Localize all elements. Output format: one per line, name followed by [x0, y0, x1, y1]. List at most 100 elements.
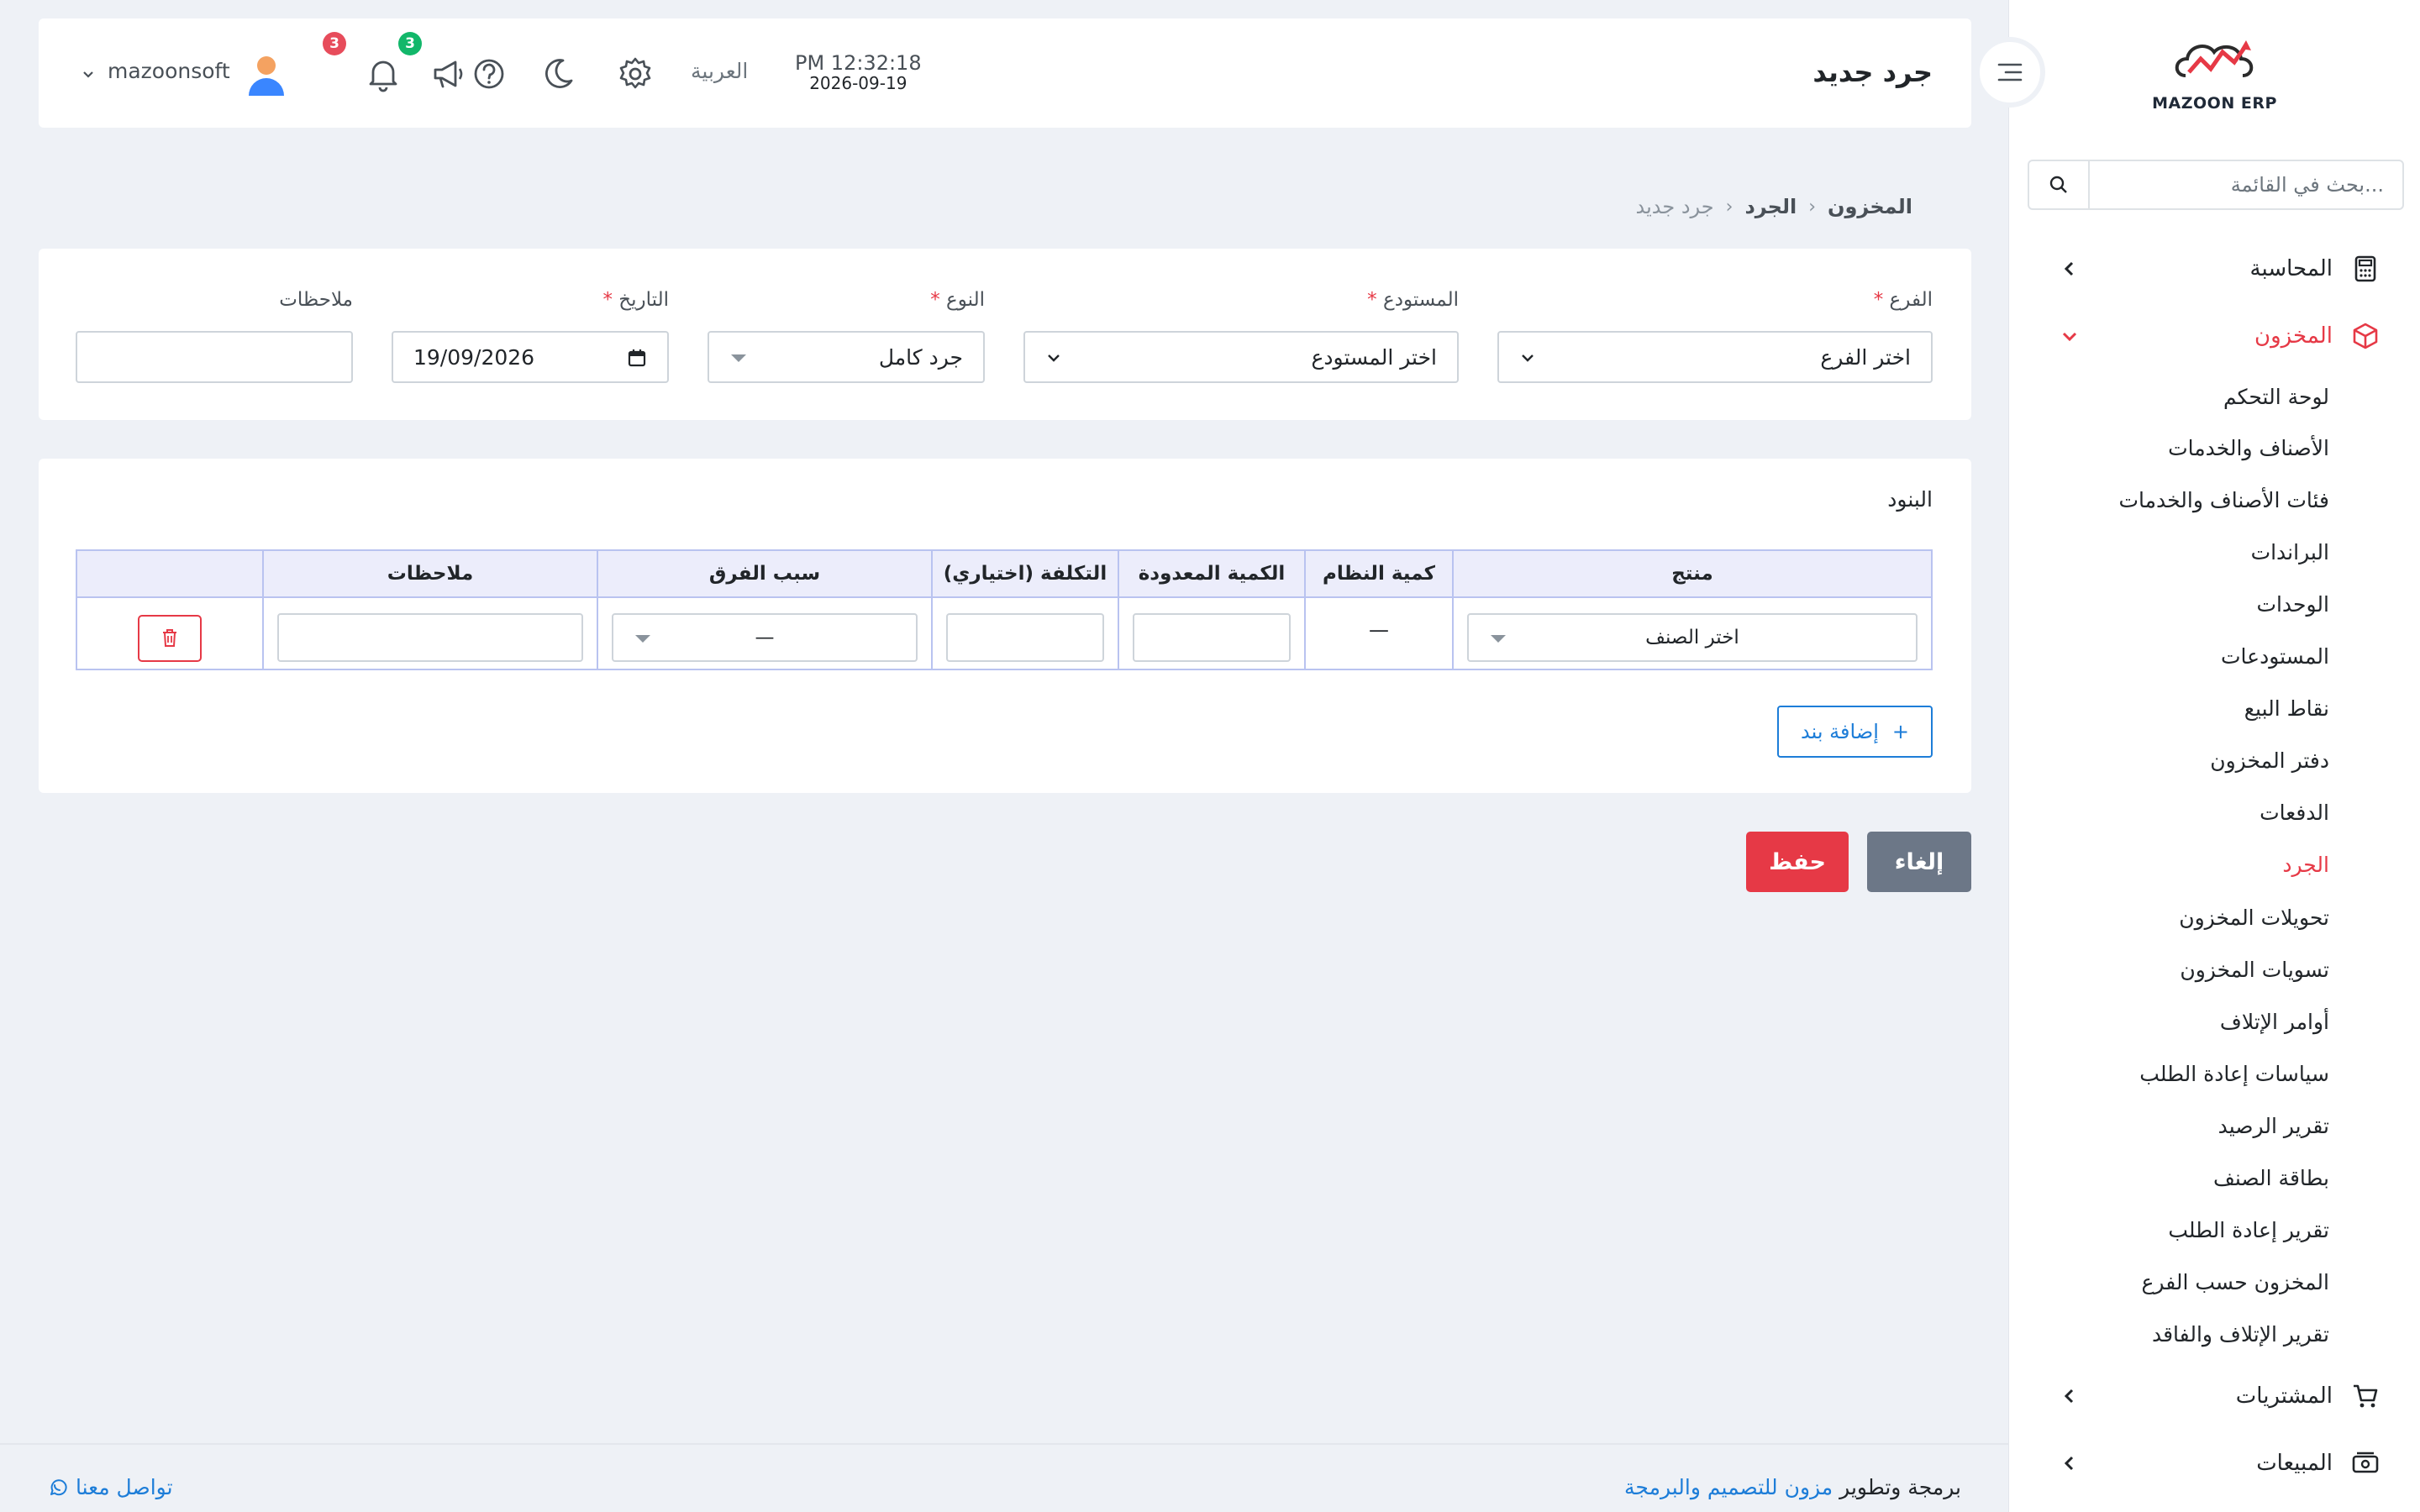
add-item-button[interactable]: إضافة بند +	[1777, 706, 1933, 758]
clock: PM 12:32:18 2026-09-19	[795, 51, 922, 94]
clock-date: 2026-09-19	[809, 73, 908, 94]
whatsapp-icon	[50, 1478, 67, 1495]
chevron-down-icon	[2062, 332, 2077, 342]
caret-down-icon	[731, 354, 746, 362]
row-cost-input[interactable]	[946, 613, 1104, 662]
announcements-badge: 3	[398, 32, 422, 55]
sidebar-subitem-dashboard[interactable]: لوحة التحكم	[2223, 382, 2329, 412]
sidebar-subitem-item-card[interactable]: بطاقة الصنف	[2213, 1163, 2329, 1194]
chevron-left-icon: ‹	[1808, 196, 1817, 218]
sidebar-subitem-brands[interactable]: البراندات	[2251, 538, 2329, 568]
sidebar-subitem-disposal-report[interactable]: تقرير الإتلاف والفاقد	[2152, 1320, 2329, 1350]
moon-icon[interactable]	[539, 55, 576, 92]
sidebar-item-purchases[interactable]: المشتريات	[2009, 1373, 2420, 1420]
calculator-icon	[2354, 255, 2376, 282]
type-select-value: جرد كامل	[878, 344, 963, 370]
branch-select[interactable]: اختر الفرع	[1497, 331, 1933, 383]
menu-icon	[1997, 63, 2023, 81]
app-logo[interactable]: MAZOON ERP	[2009, 34, 2420, 118]
row-cost-cell	[931, 598, 1118, 669]
clock-time: PM 12:32:18	[795, 51, 922, 75]
notes-input[interactable]	[76, 331, 353, 383]
date-input[interactable]: 19/09/2026	[392, 331, 669, 383]
save-button[interactable]: حفظ	[1746, 832, 1849, 892]
chevron-down-icon[interactable]	[81, 67, 96, 82]
mazoon-logo-icon	[2175, 40, 2253, 77]
warehouse-select[interactable]: اختر المستودع	[1023, 331, 1459, 383]
sidebar-subitem-reorder-report[interactable]: تقرير إعادة الطلب	[2168, 1215, 2329, 1246]
row-product-select[interactable]: اختر الصنف	[1467, 613, 1918, 662]
warehouse-label: * المستودع	[1367, 289, 1459, 311]
sidebar-subitem-disposal-orders[interactable]: أوامر الإتلاف	[2220, 1007, 2329, 1037]
contact-link[interactable]: تواصل معنا	[47, 1475, 173, 1499]
avatar[interactable]	[245, 54, 287, 97]
column-header-notes: ملاحظات	[262, 551, 597, 596]
required-mark: *	[930, 289, 940, 311]
gear-icon[interactable]	[617, 55, 654, 92]
search-icon[interactable]	[2029, 161, 2090, 208]
sidebar-subitem-warehouses[interactable]: المستودعات	[2221, 642, 2329, 672]
chevron-left-icon: ‹	[1725, 196, 1733, 218]
required-mark: *	[1873, 289, 1884, 311]
row-counted-qty-input[interactable]	[1133, 613, 1291, 662]
sidebar-subitem-stocktake[interactable]: الجرد	[2282, 850, 2329, 880]
row-reason-select[interactable]: —	[612, 613, 918, 662]
row-notes-cell	[262, 598, 597, 669]
items-section: البنود ملاحظات سبب الفرق التكلفة (اختيار…	[39, 459, 1971, 793]
sidebar: MAZOON ERP بحث في القائمة... المحاسبة ال…	[2008, 0, 2420, 1512]
column-header-counted-qty: الكمية المعدودة	[1118, 551, 1304, 596]
sidebar-subitem-pos[interactable]: نقاط البيع	[2244, 694, 2329, 724]
column-header-reason: سبب الفرق	[597, 551, 931, 596]
language-switch[interactable]: العربية	[691, 59, 748, 83]
sidebar-subitem-balance-report[interactable]: تقرير الرصيد	[2218, 1111, 2329, 1142]
sidebar-item-accounting[interactable]: المحاسبة	[2009, 245, 2420, 292]
top-bar: جرد جديد PM 12:32:18 2026-09-19 العربية …	[39, 18, 1971, 128]
items-table: ملاحظات سبب الفرق التكلفة (اختياري) الكم…	[76, 549, 1933, 670]
sidebar-subitem-items-services[interactable]: الأصناف والخدمات	[2168, 433, 2329, 464]
trash-icon	[163, 629, 176, 647]
sidebar-item-inventory[interactable]: المخزون	[2009, 312, 2420, 360]
sidebar-subitem-adjustments[interactable]: تسويات المخزون	[2180, 955, 2329, 985]
menu-search-input[interactable]: بحث في القائمة...	[2028, 160, 2404, 210]
row-product-value: اختر الصنف	[1645, 627, 1739, 648]
sidebar-subitem-transfers[interactable]: تحويلات المخزون	[2179, 903, 2329, 933]
items-table-header: ملاحظات سبب الفرق التكلفة (اختياري) الكم…	[77, 551, 1931, 598]
row-actions-cell	[77, 598, 262, 669]
help-icon[interactable]	[471, 55, 508, 92]
sidebar-item-label: المبيعات	[2256, 1451, 2333, 1476]
footer-credit-prefix: برمجة وتطوير	[1839, 1475, 1961, 1499]
branch-label-text: الفرع	[1889, 289, 1933, 311]
type-select[interactable]: جرد كامل	[708, 331, 985, 383]
breadcrumb-parent[interactable]: الجرد	[1744, 195, 1797, 218]
sidebar-subitem-units[interactable]: الوحدات	[2256, 590, 2329, 620]
breadcrumb-root[interactable]: المخزون	[1828, 195, 1912, 218]
branch-label: * الفرع	[1874, 289, 1933, 311]
footer-credit-link[interactable]: مزون للتصميم والبرمجة	[1624, 1475, 1833, 1499]
required-mark: *	[602, 289, 613, 311]
calendar-icon[interactable]	[627, 348, 647, 368]
sidebar-toggle-button[interactable]	[1975, 37, 2045, 108]
plus-icon: +	[1891, 720, 1909, 743]
sidebar-item-sales[interactable]: المبيعات	[2009, 1440, 2420, 1487]
row-counted-qty-cell	[1118, 598, 1304, 669]
cancel-button[interactable]: إلغاء	[1867, 832, 1971, 892]
items-section-title: البنود	[1887, 487, 1933, 512]
bell-icon[interactable]	[365, 55, 402, 92]
sidebar-subitem-stock-ledger[interactable]: دفتر المخزون	[2210, 746, 2329, 776]
sidebar-subitem-item-categories[interactable]: فئات الأصناف والخدمات	[2119, 486, 2330, 516]
delete-row-button[interactable]	[138, 615, 202, 662]
column-header-product: منتج	[1452, 551, 1931, 596]
row-notes-input[interactable]	[277, 613, 583, 662]
sidebar-subitem-reorder-policies[interactable]: سياسات إعادة الطلب	[2139, 1059, 2329, 1089]
footer: برمجة وتطوير مزون للتصميم والبرمجة تواصل…	[0, 1443, 2008, 1512]
menu-search-placeholder: بحث في القائمة...	[2230, 173, 2384, 197]
megaphone-icon[interactable]	[430, 55, 467, 92]
breadcrumb-current: جرد جديد	[1635, 195, 1714, 218]
sidebar-subitem-stock-by-branch[interactable]: المخزون حسب الفرع	[2142, 1268, 2330, 1298]
logo-text: MAZOON ERP	[2152, 94, 2277, 113]
username[interactable]: mazoonsoft	[108, 59, 230, 83]
required-mark: *	[1367, 289, 1377, 311]
warehouse-label-text: المستودع	[1382, 289, 1459, 311]
branch-select-value: اختر الفرع	[1820, 344, 1911, 370]
sidebar-subitem-batches[interactable]: الدفعات	[2260, 798, 2329, 828]
